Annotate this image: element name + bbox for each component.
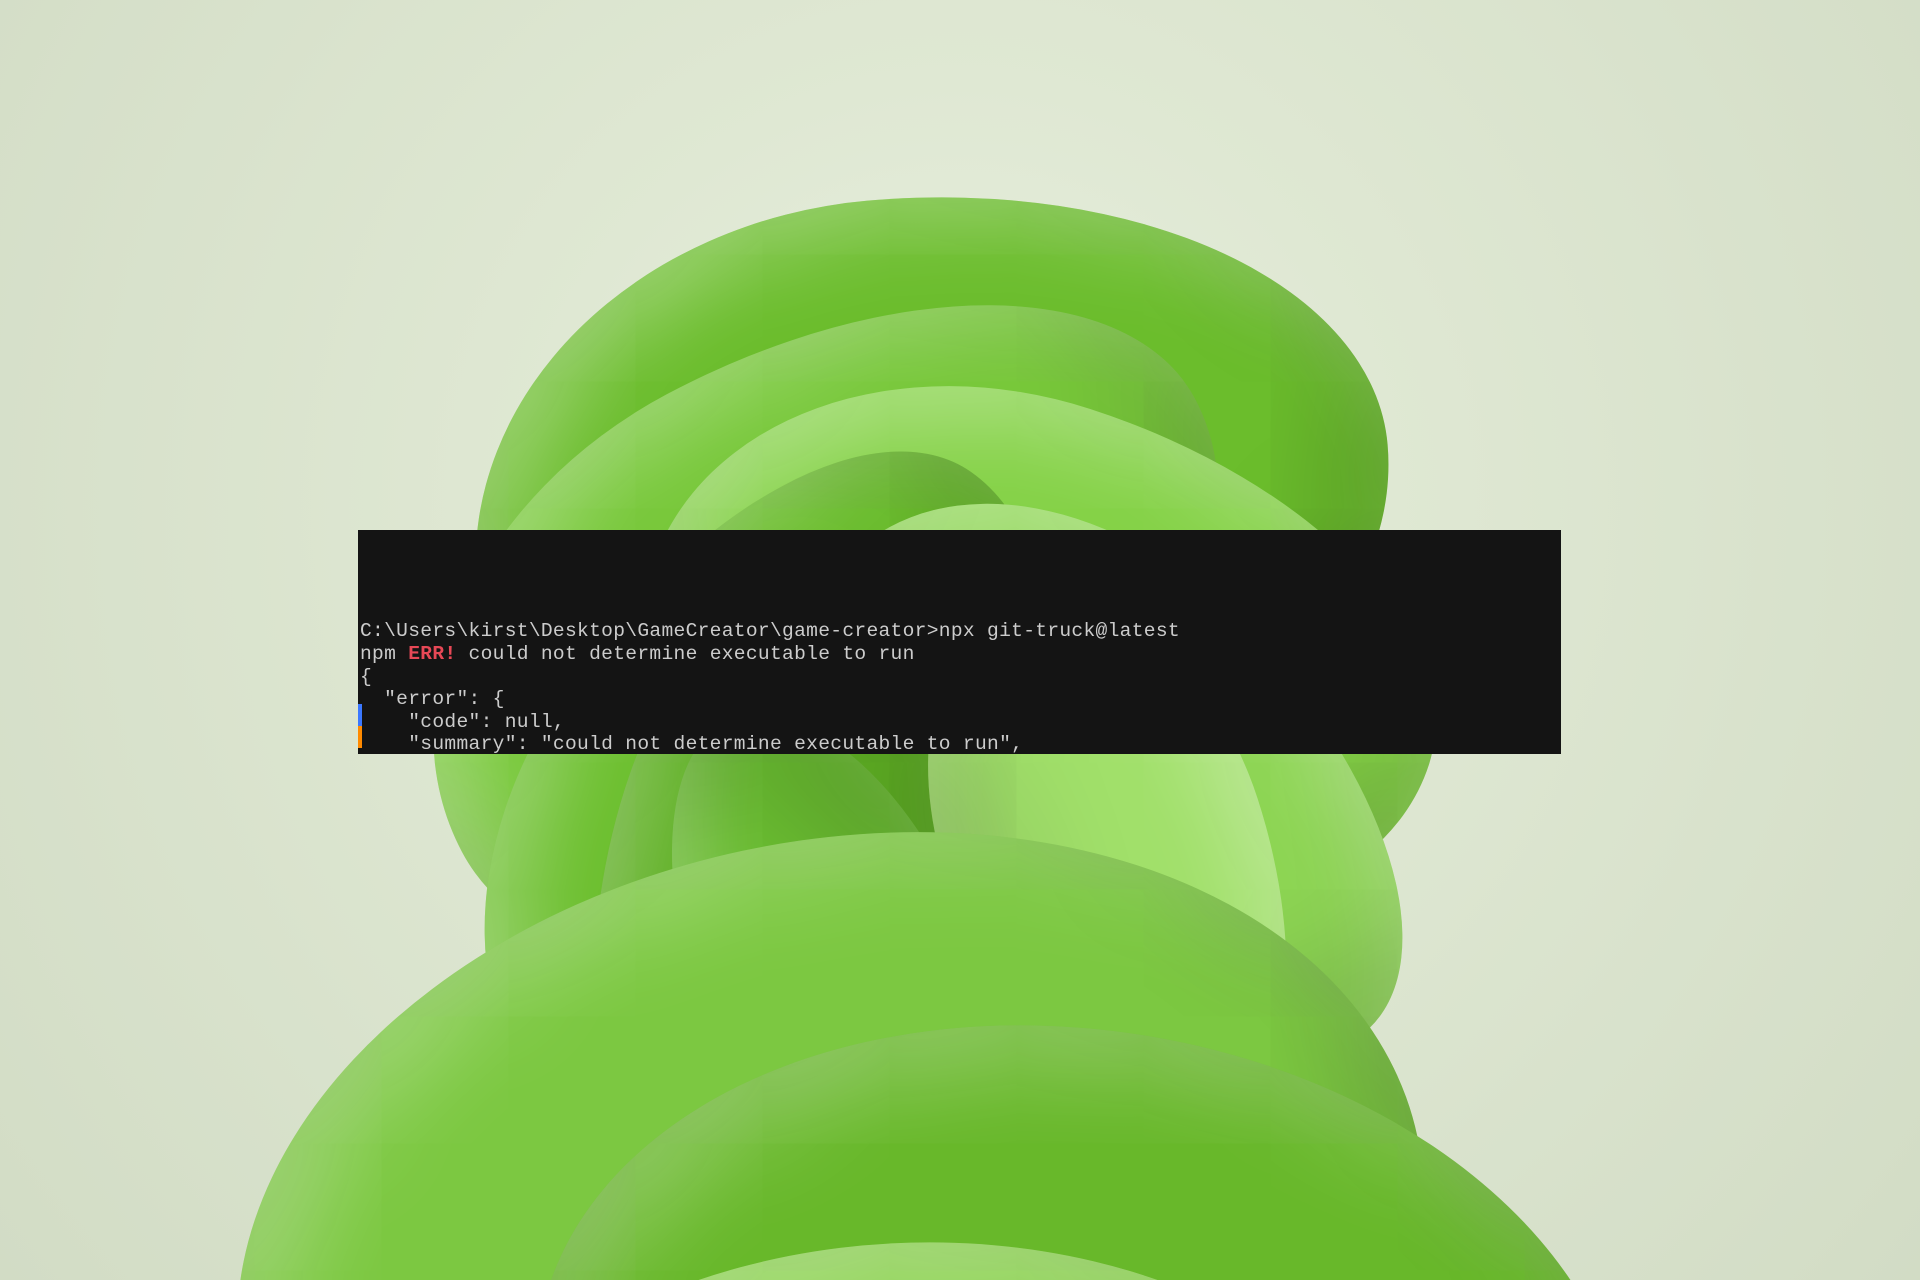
terminal-output: { <box>360 666 372 688</box>
selection-edge <box>358 704 362 726</box>
npm-error-tag: ERR! <box>408 643 456 665</box>
terminal-output: npm <box>360 643 408 665</box>
terminal-prompt: C:\Users\kirst\Desktop\GameCreator\game-… <box>360 620 939 642</box>
terminal-command: npx git-truck@latest <box>939 620 1180 642</box>
terminal-output: "error": { <box>360 688 505 710</box>
cursor-edge <box>358 726 362 748</box>
terminal-window[interactable]: C:\Users\kirst\Desktop\GameCreator\game-… <box>358 530 1561 754</box>
desktop-wallpaper: C:\Users\kirst\Desktop\GameCreator\game-… <box>0 0 1920 1280</box>
terminal-output: "summary": "could not determine executab… <box>360 733 1023 754</box>
terminal-output: "code": null, <box>360 711 565 733</box>
terminal-output: could not determine executable to run <box>456 643 914 665</box>
